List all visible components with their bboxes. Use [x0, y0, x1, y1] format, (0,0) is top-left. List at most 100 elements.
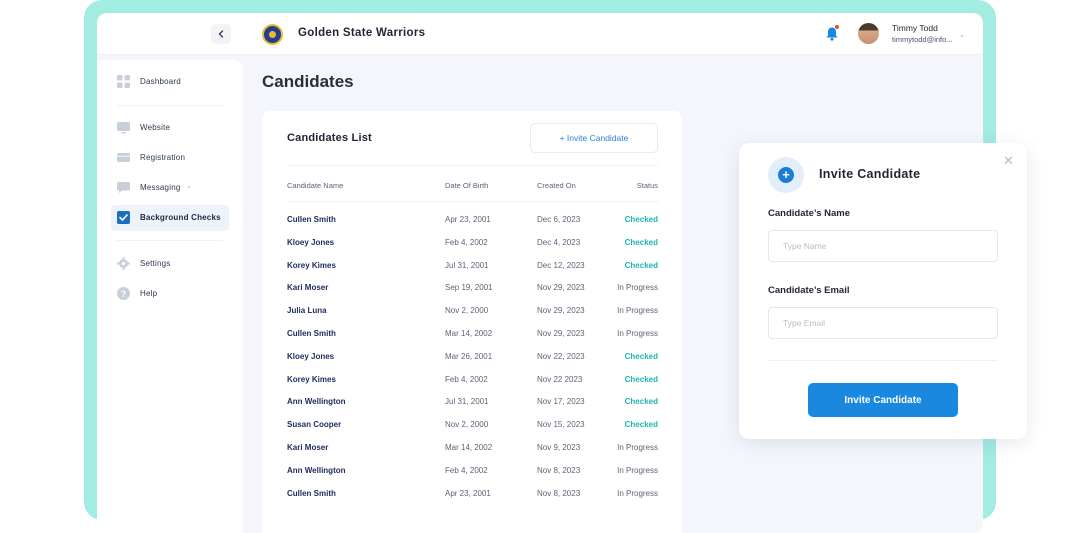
date-of-birth: Feb 4, 2002 — [445, 465, 488, 475]
sidebar-item-settings[interactable]: Settings — [111, 251, 229, 277]
chevron-down-icon[interactable]: ⌄ — [186, 182, 192, 190]
invite-candidate-panel: ✕ + Invite Candidate Candidate’s Name Ca… — [739, 143, 1027, 439]
invite-candidate-submit-button[interactable]: Invite Candidate — [808, 383, 958, 417]
sidebar-item-help[interactable]: ? Help — [111, 281, 229, 307]
table-row[interactable]: Cullen Smith Mar 14, 2002 Nov 29, 2023 I… — [287, 324, 658, 347]
monitor-icon — [117, 122, 130, 134]
status-badge: Checked — [624, 215, 658, 224]
status-badge: Checked — [624, 237, 658, 247]
sidebar-item-messaging[interactable]: Messaging ⌄ — [111, 175, 229, 201]
table-row[interactable]: Ann Wellington Jul 31, 2001 Nov 17, 2023… — [287, 392, 658, 415]
created-on: Nov 15, 2023 — [537, 420, 585, 430]
column-header-status[interactable]: Status — [637, 181, 658, 190]
user-name: Timmy Todd — [892, 23, 938, 33]
created-on: Nov 29, 2023 — [537, 306, 585, 316]
date-of-birth: Apr 23, 2001 — [445, 488, 491, 498]
invite-candidate-button[interactable]: + Invite Candidate — [530, 123, 658, 153]
name-field-label: Candidate’s Name — [768, 208, 851, 219]
notification-bell-icon[interactable] — [825, 25, 839, 42]
status-badge: Checked — [624, 351, 658, 361]
status-badge: In Progress — [617, 283, 658, 293]
panel-title: Invite Candidate — [819, 167, 921, 181]
date-of-birth: Feb 4, 2002 — [445, 374, 488, 384]
close-icon[interactable]: ✕ — [1003, 153, 1014, 169]
created-on: Nov 8, 2023 — [537, 488, 581, 498]
back-button[interactable] — [211, 24, 231, 44]
table-row[interactable]: Cullen Smith Apr 23, 2001 Dec 6, 2023 Ch… — [287, 210, 658, 233]
email-field-label: Candidate’s Email — [768, 285, 850, 296]
status-badge: Checked — [624, 397, 658, 407]
plus-circle-icon: + — [778, 167, 794, 183]
status-badge: Checked — [624, 260, 658, 270]
candidate-name[interactable]: Korey Kimes — [287, 261, 336, 270]
table-row[interactable]: Susan Cooper Nov 2, 2000 Nov 15, 2023 Ch… — [287, 415, 658, 438]
svg-text:?: ? — [121, 289, 127, 299]
created-on: Nov 22 2023 — [537, 374, 583, 384]
card-title: Candidates List — [287, 132, 372, 144]
avatar[interactable] — [858, 23, 879, 44]
divider — [768, 360, 998, 361]
checkbox-icon — [117, 211, 130, 224]
dashboard-grid-icon — [117, 75, 130, 88]
sidebar-item-registration[interactable]: Registration — [111, 145, 229, 171]
sidebar-item-website[interactable]: Website — [111, 115, 229, 141]
chat-icon — [117, 182, 130, 193]
candidate-name[interactable]: Kloey Jones — [287, 352, 334, 361]
candidate-name-input[interactable] — [768, 230, 998, 262]
candidate-name[interactable]: Julia Luna — [287, 306, 327, 315]
status-badge: In Progress — [617, 465, 658, 475]
date-of-birth: Mar 14, 2002 — [445, 442, 493, 452]
sidebar-item-label: Dashboard — [140, 77, 181, 86]
table-row[interactable]: Korey Kimes Feb 4, 2002 Nov 22 2023 Chec… — [287, 370, 658, 393]
candidate-name[interactable]: Kloey Jones — [287, 238, 334, 247]
sidebar-item-label: Settings — [140, 259, 171, 268]
candidate-name[interactable]: Korey Kimes — [287, 375, 336, 384]
table-row[interactable]: Kari Moser Mar 14, 2002 Nov 9, 2023 In P… — [287, 438, 658, 461]
candidate-email-input[interactable] — [768, 307, 998, 339]
status-badge: In Progress — [617, 306, 658, 316]
notification-dot — [835, 25, 839, 29]
date-of-birth: Jul 31, 2001 — [445, 397, 489, 407]
created-on: Nov 8, 2023 — [537, 465, 581, 475]
status-badge: In Progress — [617, 488, 658, 498]
date-of-birth: Nov 2, 2000 — [445, 306, 489, 316]
chevron-down-icon[interactable]: ⌄ — [959, 31, 965, 39]
candidate-name[interactable]: Susan Cooper — [287, 420, 341, 429]
table-row[interactable]: Korey Kimes Jul 31, 2001 Dec 12, 2023 Ch… — [287, 256, 658, 279]
created-on: Nov 29, 2023 — [537, 328, 585, 338]
table-header: Candidate Name Date Of Birth Created On … — [287, 181, 658, 193]
sidebar-item-background-checks[interactable]: Background Checks — [111, 205, 229, 231]
candidate-name[interactable]: Cullen Smith — [287, 329, 336, 338]
status-badge: In Progress — [617, 442, 658, 452]
date-of-birth: Sep 19, 2001 — [445, 283, 493, 293]
candidate-name[interactable]: Cullen Smith — [287, 215, 336, 224]
page-title: Candidates — [262, 72, 354, 91]
date-of-birth: Feb 4, 2002 — [445, 237, 488, 247]
created-on: Nov 22, 2023 — [537, 351, 585, 361]
table-row[interactable]: Kari Moser Sep 19, 2001 Nov 29, 2023 In … — [287, 278, 658, 301]
table-row[interactable]: Kloey Jones Mar 26, 2001 Nov 22, 2023 Ch… — [287, 347, 658, 370]
candidate-name[interactable]: Cullen Smith — [287, 489, 336, 498]
sidebar-item-label: Messaging — [140, 183, 181, 192]
created-on: Nov 9, 2023 — [537, 442, 581, 452]
date-of-birth: Mar 14, 2002 — [445, 328, 493, 338]
column-header-dob[interactable]: Date Of Birth — [445, 181, 488, 190]
candidate-name[interactable]: Kari Moser — [287, 283, 328, 292]
table-row[interactable]: Julia Luna Nov 2, 2000 Nov 29, 2023 In P… — [287, 301, 658, 324]
sidebar-item-label: Registration — [140, 153, 186, 162]
candidate-name[interactable]: Kari Moser — [287, 443, 328, 452]
sidebar-divider — [117, 240, 223, 241]
table-row[interactable]: Kloey Jones Feb 4, 2002 Dec 4, 2023 Chec… — [287, 233, 658, 256]
column-header-created[interactable]: Created On — [537, 181, 576, 190]
candidate-name[interactable]: Ann Wellington — [287, 397, 346, 406]
add-icon-wrapper: + — [768, 157, 804, 193]
table-row[interactable]: Ann Wellington Feb 4, 2002 Nov 8, 2023 I… — [287, 461, 658, 484]
created-on: Dec 4, 2023 — [537, 237, 581, 247]
column-header-name[interactable]: Candidate Name — [287, 181, 343, 190]
card-icon — [117, 153, 130, 162]
help-icon: ? — [117, 287, 130, 300]
org-name: Golden State Warriors — [298, 27, 426, 39]
sidebar-item-dashboard[interactable]: Dashboard — [111, 69, 229, 95]
candidate-name[interactable]: Ann Wellington — [287, 466, 346, 475]
status-badge: In Progress — [617, 328, 658, 338]
